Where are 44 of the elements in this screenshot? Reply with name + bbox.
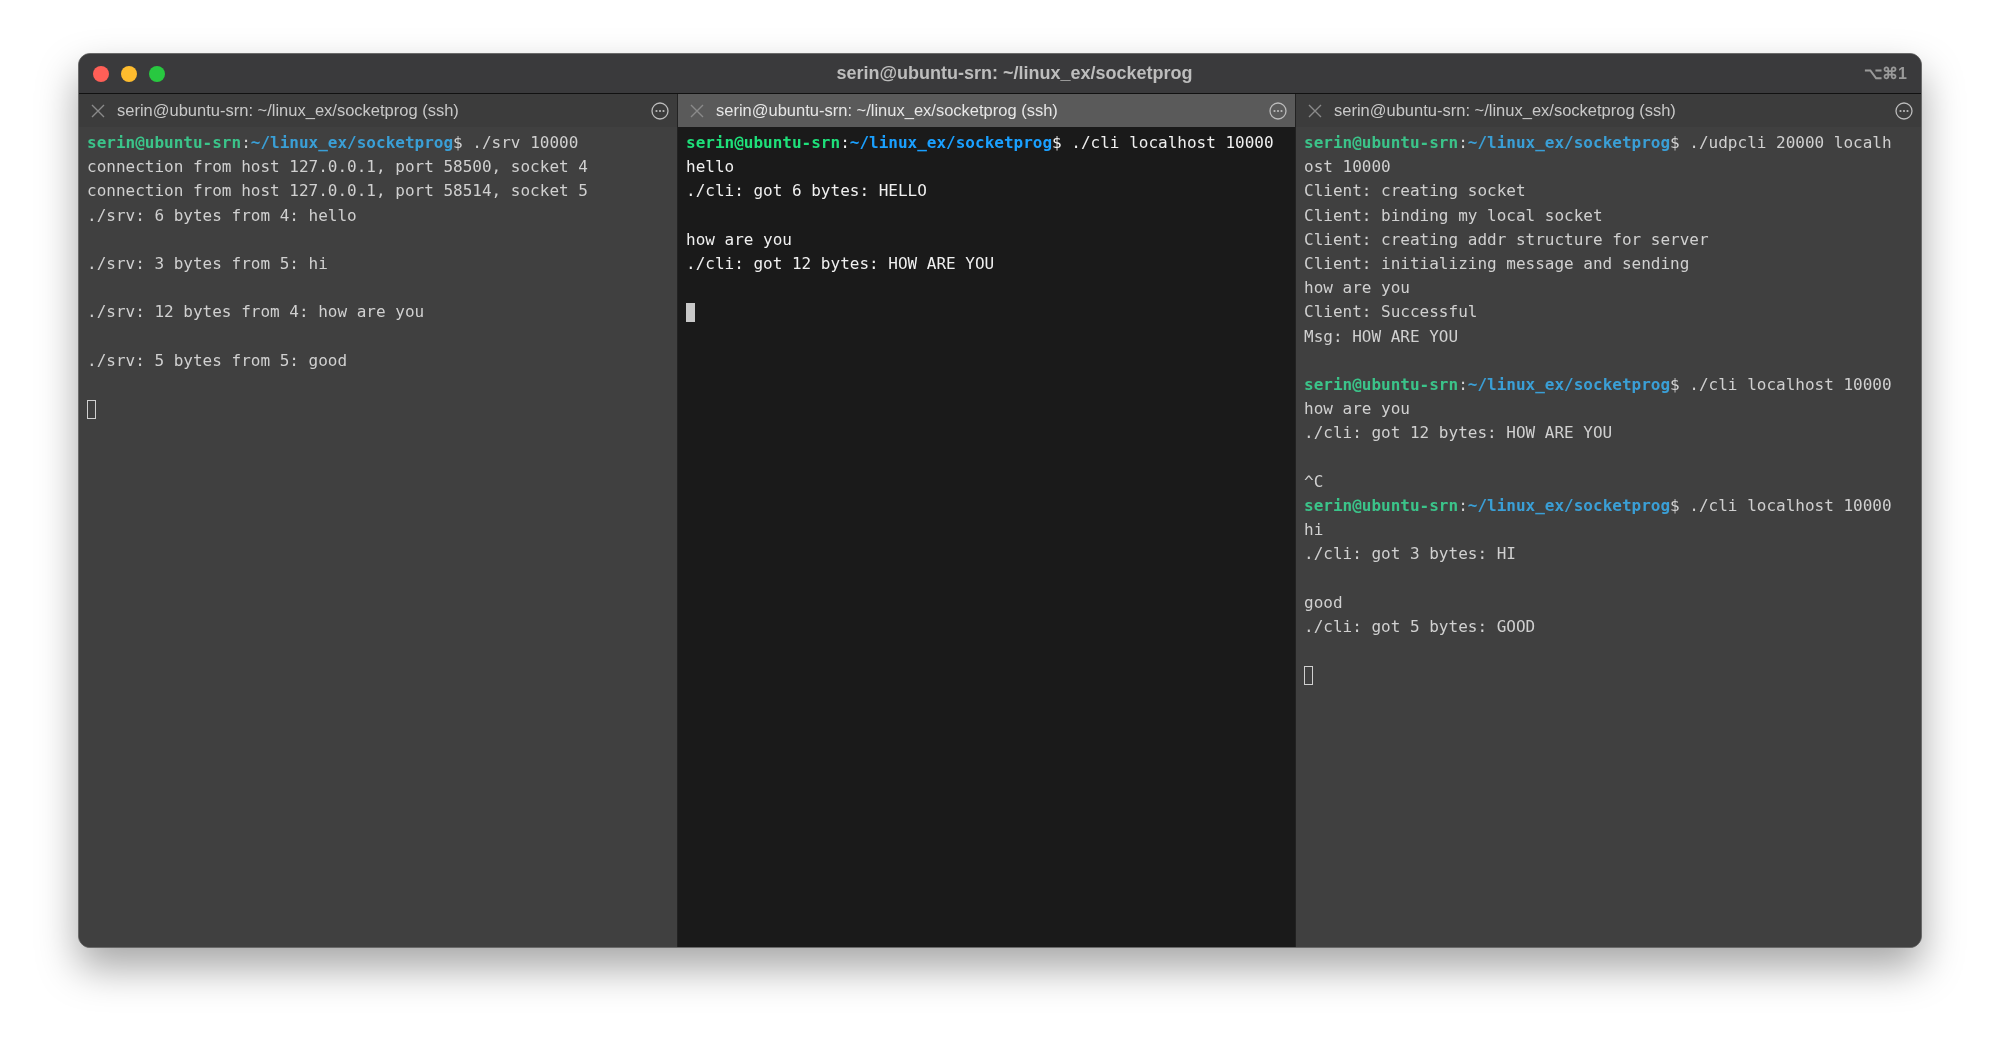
output-line: ./srv: 5 bytes from 5: good xyxy=(87,349,348,372)
output-line: good xyxy=(1304,591,1343,614)
output-line: ost 10000 xyxy=(1304,156,1391,179)
output-line: ./srv: 3 bytes from 5: hi xyxy=(87,253,328,275)
zoom-button[interactable] xyxy=(149,65,165,82)
terminal-tab[interactable]: serin@ubuntu-srn: ~/linux_ex/socketprog (ssh) xyxy=(678,94,1295,127)
close-icon[interactable] xyxy=(1308,103,1322,118)
output-line: ./cli: got 3 bytes: HI xyxy=(1304,543,1516,566)
output-line: Client: creating addr structure for server xyxy=(1304,228,1709,251)
output-line: ^C xyxy=(1304,470,1324,493)
prompt-line: serin@ubuntu-srn:~/linux_ex/socketprog$ ./udpcli 20000 localh xyxy=(1304,132,1892,154)
output-line: ./cli: got 12 bytes: HOW ARE YOU xyxy=(686,253,995,275)
output-line: how are you xyxy=(686,228,792,251)
minimize-button[interactable] xyxy=(121,65,137,82)
output-line: Msg: HOW ARE YOU xyxy=(1304,325,1459,348)
output-line: hello xyxy=(686,156,735,179)
more-icon[interactable] xyxy=(1269,101,1287,120)
output-line: Client: initializing message and sending xyxy=(1304,253,1690,275)
close-icon[interactable] xyxy=(690,103,704,118)
output-line: hi xyxy=(1304,519,1324,542)
output-line: ./srv: 6 bytes from 4: hello xyxy=(87,204,357,227)
output-line: ./cli: got 6 bytes: HELLO xyxy=(686,180,927,203)
close-button[interactable] xyxy=(93,65,109,82)
output-line: how are you xyxy=(1304,277,1410,300)
output-line: ./cli: got 5 bytes: GOOD xyxy=(1304,616,1536,638)
output-line: Client: binding my local socket xyxy=(1304,204,1603,227)
more-icon[interactable] xyxy=(651,101,669,120)
terminal-tab[interactable]: serin@ubuntu-srn: ~/linux_ex/socketprog (ssh) xyxy=(1296,94,1921,127)
output-line: connection from host 127.0.0.1, port 58514, socket 5 xyxy=(87,180,588,203)
output-line: how are you xyxy=(1304,398,1410,421)
output-line: Client: creating socket xyxy=(1304,180,1526,203)
prompt-line: serin@ubuntu-srn:~/linux_ex/socketprog$ ./srv 10000 xyxy=(87,132,579,154)
window-title: serin@ubuntu-srn: ~/linux_ex/socketprog xyxy=(835,63,1194,84)
prompt-line: serin@ubuntu-srn:~/linux_ex/socketprog$ ./cli localhost 10000 xyxy=(686,132,1274,154)
shortcut-label: ⌥⌘1 xyxy=(1864,64,1907,83)
output-line: ./cli: got 12 bytes: HOW ARE YOU xyxy=(1304,422,1613,445)
prompt-line: serin@ubuntu-srn:~/linux_ex/socketprog$ ./cli localhost 10000 xyxy=(1304,374,1892,396)
terminal-tab[interactable]: serin@ubuntu-srn: ~/linux_ex/socketprog (ssh) xyxy=(79,94,677,127)
close-icon[interactable] xyxy=(91,103,105,118)
output-line: Client: Successful xyxy=(1304,301,1478,324)
more-icon[interactable] xyxy=(1895,101,1913,120)
output-line: ./srv: 12 bytes from 4: how are you xyxy=(87,301,425,324)
prompt-line: serin@ubuntu-srn:~/linux_ex/socketprog$ ./cli localhost 10000 xyxy=(1304,495,1892,517)
output-line: connection from host 127.0.0.1, port 58500, socket 4 xyxy=(87,156,588,179)
